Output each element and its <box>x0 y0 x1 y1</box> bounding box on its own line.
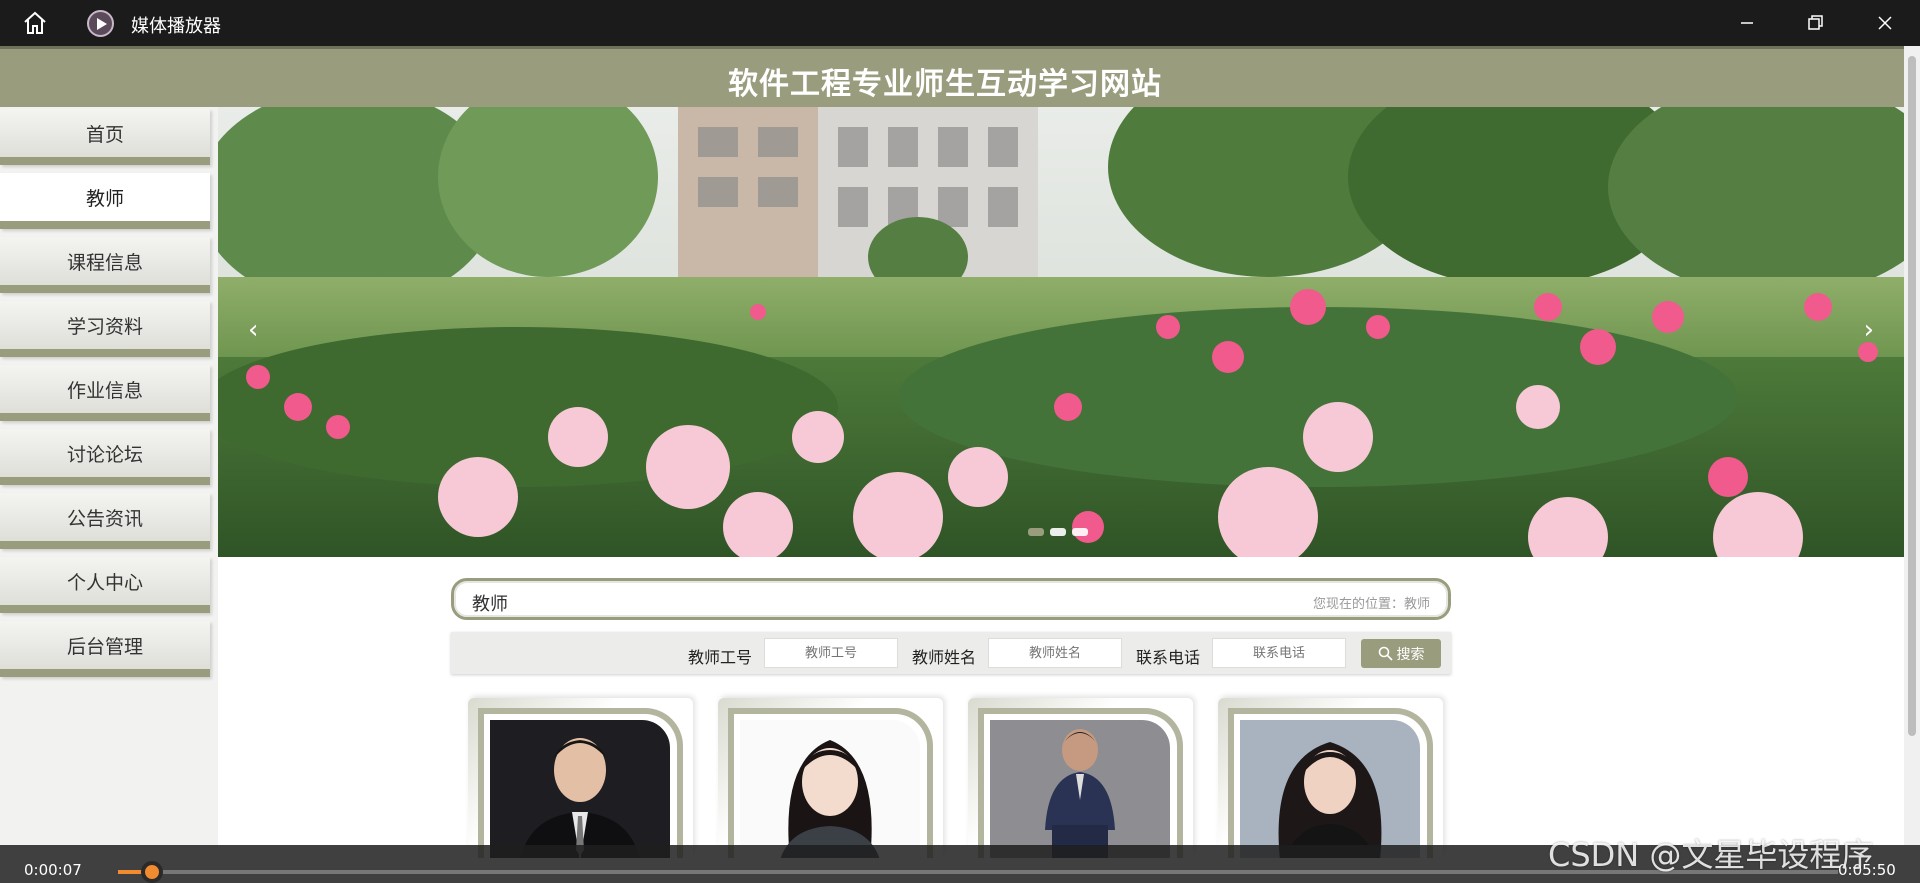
carousel-next-button[interactable]: › <box>1864 315 1874 345</box>
sidebar-item-label: 学习资料 <box>66 315 143 338</box>
teacher-card[interactable] <box>968 698 1193 858</box>
seek-thumb[interactable] <box>141 861 164 883</box>
restore-icon[interactable] <box>1800 8 1830 38</box>
teacher-id-label: 教师工号 <box>688 648 753 667</box>
site-title: 软件工程专业师生互动学习网站 <box>728 67 1162 102</box>
teacher-photo <box>990 720 1170 858</box>
search-button[interactable]: 搜索 <box>1361 639 1441 668</box>
breadcrumb-location: 您现在的位置：教师 <box>1312 597 1430 612</box>
site-header: 软件工程专业师生互动学习网站 <box>0 46 1904 107</box>
teacher-photo <box>1240 720 1420 858</box>
sidebar-item-announcements[interactable]: 公告资讯 <box>0 493 210 549</box>
phone-label: 联系电话 <box>1136 648 1201 667</box>
banner-image <box>218 107 1904 557</box>
minimize-icon[interactable] <box>1732 8 1762 38</box>
sidebar-item-label: 教师 <box>85 187 124 210</box>
teacher-name-label: 教师姓名 <box>912 648 977 667</box>
phone-input[interactable] <box>1212 638 1346 668</box>
media-player-icon <box>87 10 114 37</box>
current-time: 0:00:07 <box>24 861 82 879</box>
page-scrollbar[interactable] <box>1904 46 1920 845</box>
carousel-dot[interactable] <box>1072 528 1088 536</box>
carousel-dot[interactable] <box>1050 528 1066 536</box>
search-icon <box>1378 646 1393 661</box>
sidebar-item-homework[interactable]: 作业信息 <box>0 365 210 421</box>
carousel-dot[interactable] <box>1028 528 1044 536</box>
banner-carousel[interactable]: ‹ › <box>218 107 1904 557</box>
watermark: CSDN @文星毕设程序 <box>1548 836 1874 874</box>
search-bar: 教师工号 教师姓名 联系电话 搜索 <box>451 632 1451 674</box>
player-titlebar: 媒体播放器 <box>0 0 1920 46</box>
sidebar-nav: 首页 教师 课程信息 学习资料 作业信息 讨论论坛 公告资讯 个人中心 后台管理 <box>0 107 218 847</box>
teacher-photo <box>740 720 920 858</box>
sidebar-item-label: 作业信息 <box>66 379 143 402</box>
teacher-id-input[interactable] <box>764 638 898 668</box>
sidebar-item-label: 首页 <box>85 123 124 146</box>
sidebar-item-home[interactable]: 首页 <box>0 109 210 165</box>
teacher-card[interactable] <box>1218 698 1443 858</box>
sidebar-item-study-materials[interactable]: 学习资料 <box>0 301 210 357</box>
sidebar-item-course-info[interactable]: 课程信息 <box>0 237 210 293</box>
sidebar-item-label: 讨论论坛 <box>66 443 143 466</box>
sidebar-item-label: 后台管理 <box>66 635 143 658</box>
teacher-photo <box>490 720 670 858</box>
sidebar-item-personal-center[interactable]: 个人中心 <box>0 557 210 613</box>
breadcrumb: 教师 您现在的位置：教师 <box>451 578 1451 620</box>
sidebar-item-label: 课程信息 <box>66 251 143 274</box>
app-title: 媒体播放器 <box>131 16 221 37</box>
sidebar-item-label: 公告资讯 <box>66 507 143 530</box>
sidebar-item-admin[interactable]: 后台管理 <box>0 621 210 677</box>
page-title: 教师 <box>472 594 508 615</box>
teacher-card[interactable] <box>718 698 943 858</box>
home-icon[interactable] <box>22 11 48 35</box>
sidebar-item-label: 个人中心 <box>66 571 143 594</box>
teacher-name-input[interactable] <box>988 638 1122 668</box>
sidebar-item-forum[interactable]: 讨论论坛 <box>0 429 210 485</box>
close-icon[interactable] <box>1870 8 1900 38</box>
sidebar-item-teacher[interactable]: 教师 <box>0 173 210 229</box>
scrollbar-thumb[interactable] <box>1908 56 1916 736</box>
search-button-label: 搜索 <box>1396 646 1425 663</box>
carousel-prev-button[interactable]: ‹ <box>248 315 258 345</box>
teacher-card[interactable] <box>468 698 693 858</box>
carousel-indicators <box>1028 528 1088 536</box>
